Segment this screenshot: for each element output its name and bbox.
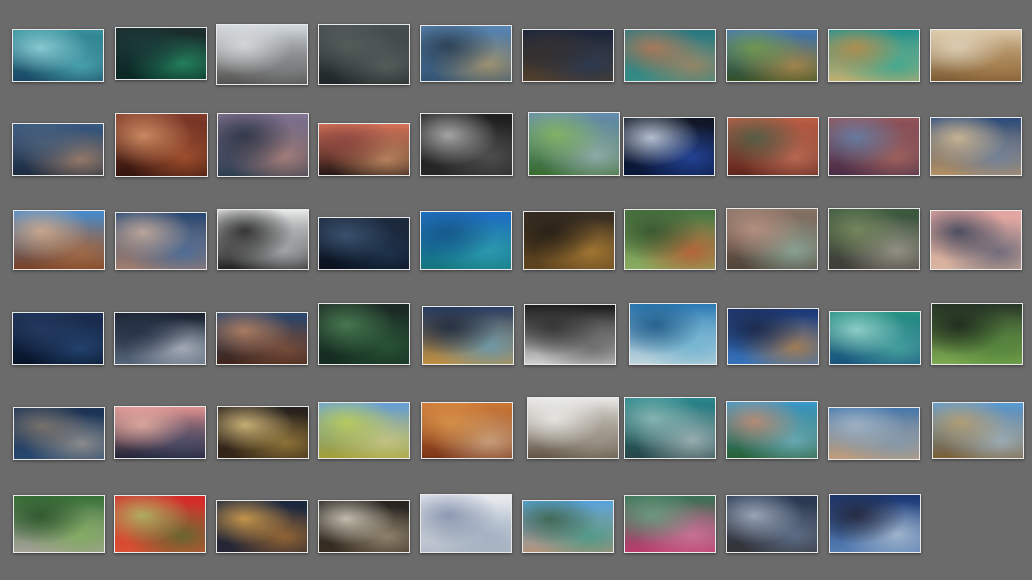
yosemite-wallpaper[interactable] (828, 208, 920, 270)
horseshoe-bend-wallpaper[interactable] (727, 117, 819, 176)
antelope-canyon-wallpaper[interactable] (115, 113, 208, 177)
night-desert-wallpaper[interactable] (522, 29, 614, 82)
nebula-wallpaper[interactable] (727, 308, 819, 365)
dog-leaves-wallpaper[interactable] (421, 402, 513, 459)
mountain-lake-wallpaper[interactable] (420, 25, 512, 82)
tree-tunnel-wallpaper[interactable] (13, 495, 105, 553)
desert-night-wallpaper[interactable] (930, 117, 1022, 176)
snowy-peaks-wallpaper[interactable] (216, 24, 308, 85)
monument-valley-wallpaper[interactable] (13, 210, 105, 270)
grass-sunset-wallpaper[interactable] (318, 123, 410, 176)
alpine-lake-wallpaper[interactable] (522, 500, 614, 553)
tropical-lake-wallpaper[interactable] (420, 211, 512, 270)
fern-wallpaper[interactable] (318, 303, 410, 365)
sand-dunes-wallpaper[interactable] (930, 29, 1022, 82)
green-beach-wallpaper[interactable] (828, 29, 920, 82)
pier-sunset-wallpaper[interactable] (217, 113, 309, 177)
wooden-deck-wallpaper[interactable] (115, 212, 207, 270)
succulent-wallpaper[interactable] (726, 208, 818, 270)
sea-cliff-wallpaper[interactable] (726, 401, 818, 459)
green-plain-wallpaper[interactable] (528, 112, 620, 176)
white-dunes-wallpaper[interactable] (114, 312, 206, 365)
bird-hill-wallpaper[interactable] (217, 209, 309, 270)
red-tulips-wallpaper[interactable] (114, 495, 206, 553)
rocky-coast-wallpaper[interactable] (527, 397, 619, 459)
creek-rocks-wallpaper[interactable] (422, 306, 514, 365)
night-bridge-wallpaper[interactable] (216, 500, 308, 553)
cloudy-dusk-wallpaper[interactable] (318, 24, 410, 85)
sunset-field-wallpaper[interactable] (726, 29, 818, 82)
dark-sky-wallpaper[interactable] (318, 217, 410, 270)
keyboard-wallpaper[interactable] (420, 113, 513, 176)
lotus-wallpaper[interactable] (624, 495, 716, 553)
white-pattern-wallpaper[interactable] (420, 494, 512, 553)
dolomites-wallpaper[interactable] (930, 210, 1022, 270)
aurora-wallpaper[interactable] (115, 27, 207, 80)
blue-mountains-wallpaper[interactable] (12, 312, 104, 365)
galaxy-wallpaper[interactable] (623, 117, 715, 176)
green-leaves-wallpaper[interactable] (931, 303, 1023, 365)
red-rocks-wallpaper[interactable] (216, 312, 308, 365)
canola-field-wallpaper[interactable] (318, 402, 410, 459)
coastal-fence-wallpaper[interactable] (932, 402, 1024, 459)
aqua-abstract-wallpaper[interactable] (12, 29, 104, 82)
night-street-wallpaper[interactable] (217, 406, 309, 459)
earth-orbit-wallpaper[interactable] (829, 494, 921, 553)
pink-lake-wallpaper[interactable] (114, 406, 206, 459)
wallpaper-gallery (0, 0, 1032, 580)
twilight-sky-wallpaper[interactable] (726, 495, 818, 553)
snowy-mountain-wallpaper[interactable] (624, 397, 716, 459)
lantern-wallpaper[interactable] (524, 304, 616, 365)
autumn-leaves-wallpaper[interactable] (523, 211, 615, 270)
grand-canyon-wallpaper[interactable] (828, 117, 920, 176)
tulips-wallpaper[interactable] (624, 209, 716, 270)
aerial-coast-wallpaper[interactable] (624, 29, 716, 82)
gradient-sky-wallpaper[interactable] (828, 407, 920, 460)
tunnel-wallpaper[interactable] (318, 500, 410, 553)
canyon-horizon-wallpaper[interactable] (12, 123, 104, 176)
coastal-road-wallpaper[interactable] (13, 407, 105, 460)
ocean-wave-wallpaper[interactable] (629, 303, 717, 365)
green-wave-wallpaper[interactable] (829, 311, 921, 365)
